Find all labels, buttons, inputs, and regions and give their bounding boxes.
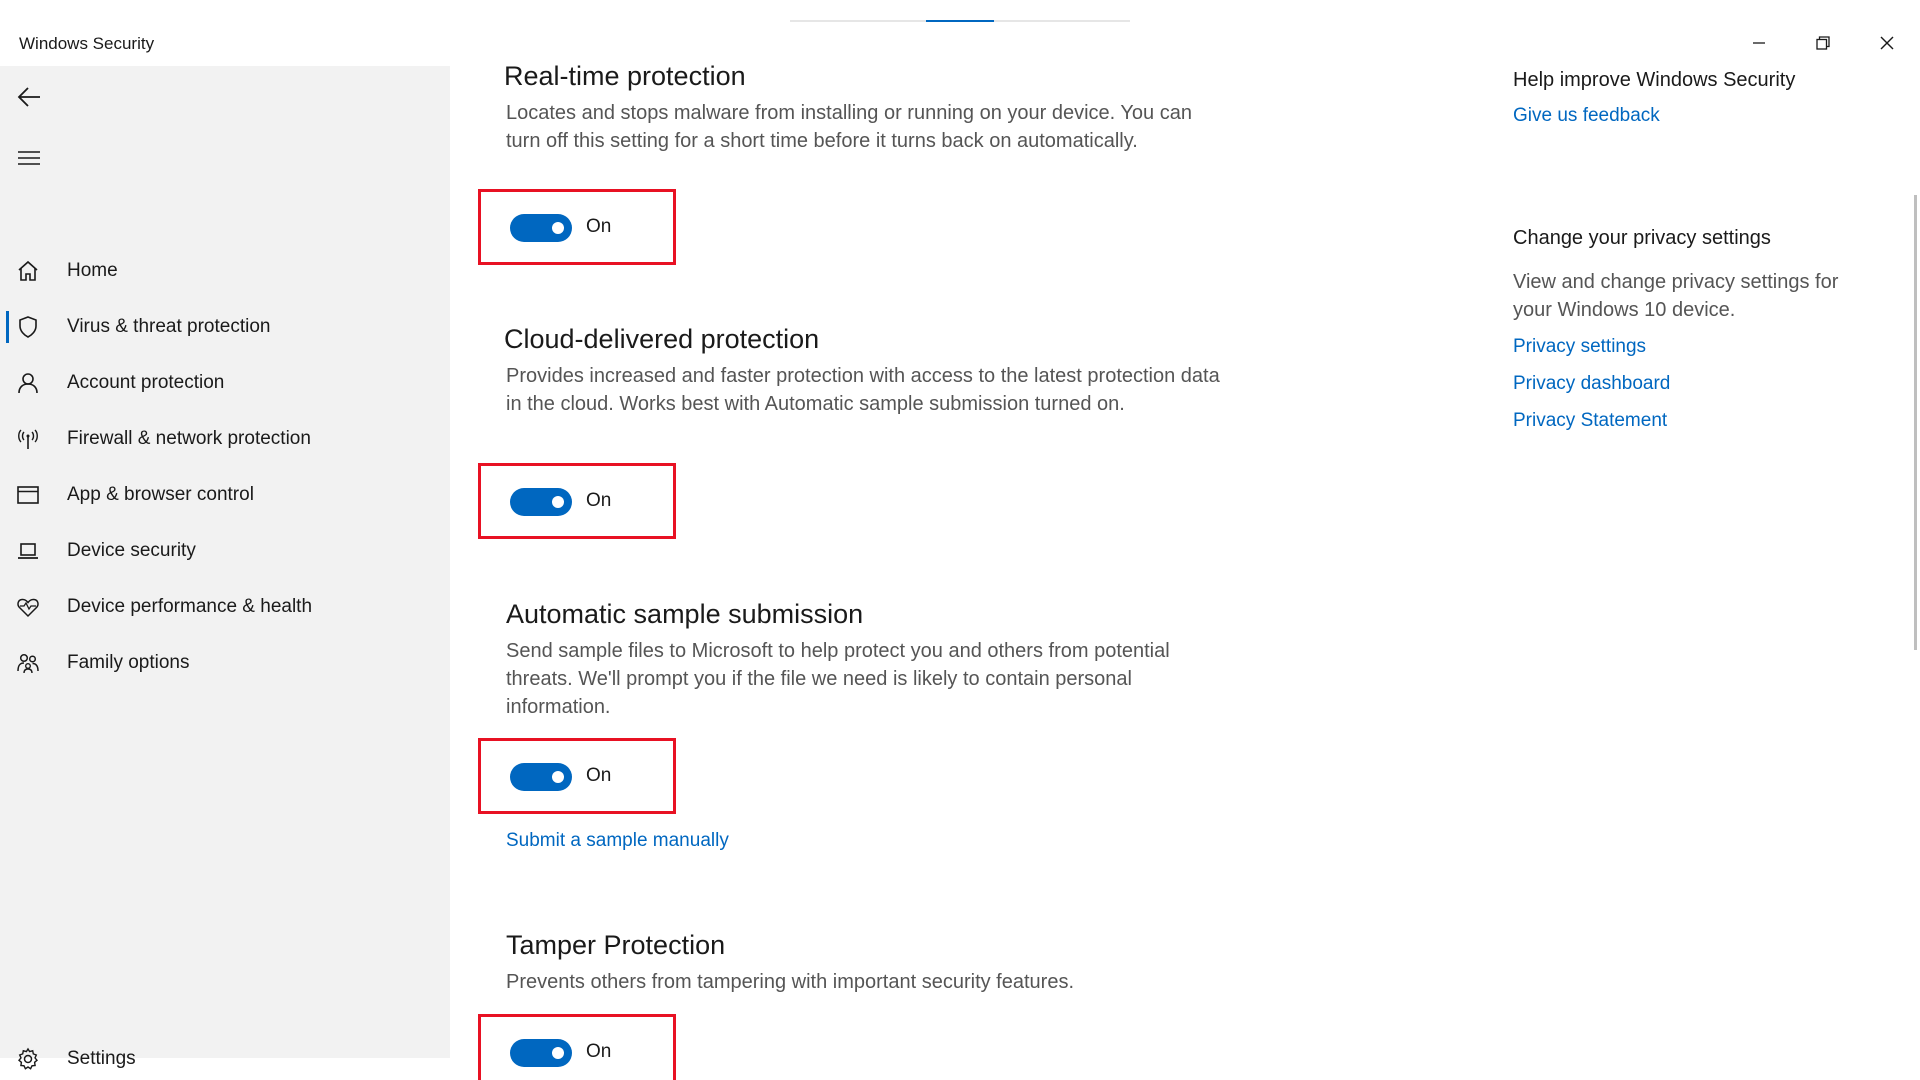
sidebar-item-label: Device performance & health <box>67 596 313 617</box>
minimize-icon <box>1753 42 1765 44</box>
sidebar-item-label: Virus & threat protection <box>67 316 271 337</box>
sidebar-item-firewall-network-protection[interactable]: Firewall & network protection <box>0 411 450 467</box>
toggle-knob <box>552 771 564 783</box>
browser-window-icon <box>15 482 41 508</box>
section-tamper-protection: Tamper Protection Prevents others from t… <box>478 928 1238 1080</box>
sidebar-item-label: Family options <box>67 652 190 673</box>
highlight-box: On <box>478 738 676 814</box>
sidebar-item-device-performance-health[interactable]: Device performance & health <box>0 579 450 635</box>
section-automatic-sample-submission: Automatic sample submission Send sample … <box>478 597 1238 851</box>
main-content: Real-time protection Locates and stops m… <box>478 0 1238 1080</box>
sidebar-item-settings[interactable]: Settings <box>0 1031 450 1080</box>
sidebar-item-device-security[interactable]: Device security <box>0 523 450 579</box>
laptop-icon <box>15 538 41 564</box>
give-feedback-link[interactable]: Give us feedback <box>1513 102 1893 130</box>
privacy-dashboard-link[interactable]: Privacy dashboard <box>1513 370 1893 398</box>
sidebar-item-label: Settings <box>67 1048 136 1069</box>
close-button[interactable] <box>1867 26 1907 60</box>
toggle-state-label: On <box>586 216 612 237</box>
heart-pulse-icon <box>15 594 41 620</box>
section-description: Locates and stops malware from installin… <box>506 102 1192 152</box>
app-title: Windows Security <box>19 34 155 53</box>
privacy-section: Change your privacy settings View and ch… <box>1513 224 1893 435</box>
sidebar-item-label: Home <box>67 260 118 281</box>
section-title: Tamper Protection <box>506 930 726 960</box>
back-button[interactable] <box>10 80 48 114</box>
section-cloud-delivered-protection: Cloud-delivered protection Provides incr… <box>478 322 1238 539</box>
shield-icon <box>15 314 41 340</box>
privacy-settings-link[interactable]: Privacy settings <box>1513 333 1893 361</box>
highlight-box: On <box>478 463 676 539</box>
toggle-knob <box>552 222 564 234</box>
sidebar-item-label: Firewall & network protection <box>67 428 311 449</box>
vertical-scrollbar[interactable] <box>1914 195 1917 650</box>
restore-icon <box>1816 36 1830 50</box>
feedback-title: Help improve Windows Security <box>1513 69 1796 91</box>
toggle-knob <box>552 496 564 508</box>
section-title: Cloud-delivered protection <box>504 324 820 354</box>
sidebar-item-account-protection[interactable]: Account protection <box>0 355 450 411</box>
toggle-state-label: On <box>586 765 612 786</box>
family-icon <box>15 650 41 676</box>
automatic-sample-submission-toggle[interactable] <box>510 763 572 791</box>
home-icon <box>15 258 41 284</box>
antenna-icon <box>15 426 41 452</box>
sidebar-item-label: Account protection <box>67 372 225 393</box>
privacy-statement-link[interactable]: Privacy Statement <box>1513 407 1893 435</box>
privacy-title: Change your privacy settings <box>1513 227 1771 249</box>
feedback-section: Help improve Windows Security Give us fe… <box>1513 66 1893 130</box>
sidebar-item-family-options[interactable]: Family options <box>0 635 450 691</box>
cloud-delivered-protection-toggle[interactable] <box>510 488 572 516</box>
right-panel: Help improve Windows Security Give us fe… <box>1513 66 1893 435</box>
section-description: Send sample files to Microsoft to help p… <box>506 640 1170 718</box>
section-title: Real-time protection <box>504 61 746 91</box>
submit-sample-manually-link[interactable]: Submit a sample manually <box>506 830 729 852</box>
back-arrow-icon <box>17 87 40 107</box>
restore-button[interactable] <box>1803 26 1843 60</box>
sidebar-nav: Home Virus & threat protection Account p… <box>0 243 450 691</box>
tamper-protection-toggle[interactable] <box>510 1039 572 1067</box>
menu-button[interactable] <box>10 141 48 175</box>
sidebar-item-label: Device security <box>67 540 196 561</box>
sidebar-item-app-browser-control[interactable]: App & browser control <box>0 467 450 523</box>
sidebar-item-home[interactable]: Home <box>0 243 450 299</box>
close-icon <box>1880 36 1894 50</box>
sidebar-settings: Settings <box>0 1031 450 1080</box>
sidebar-item-virus-threat-protection[interactable]: Virus & threat protection <box>0 299 450 355</box>
section-description: Provides increased and faster protection… <box>506 365 1220 415</box>
toggle-knob <box>552 1047 564 1059</box>
section-description: Prevents others from tampering with impo… <box>506 971 1075 993</box>
toggle-state-label: On <box>586 1041 612 1062</box>
section-title: Automatic sample submission <box>506 599 864 629</box>
hamburger-icon <box>18 151 40 165</box>
section-real-time-protection: Real-time protection Locates and stops m… <box>478 59 1238 265</box>
real-time-protection-toggle[interactable] <box>510 214 572 242</box>
highlight-box: On <box>478 189 676 265</box>
toggle-state-label: On <box>586 490 612 511</box>
privacy-description: View and change privacy settings for you… <box>1513 271 1839 321</box>
minimize-button[interactable] <box>1739 26 1779 60</box>
sidebar-item-label: App & browser control <box>67 484 254 505</box>
gear-icon <box>15 1046 41 1072</box>
sidebar: Home Virus & threat protection Account p… <box>0 66 450 1070</box>
person-icon <box>15 370 41 396</box>
highlight-box: On <box>478 1014 676 1080</box>
